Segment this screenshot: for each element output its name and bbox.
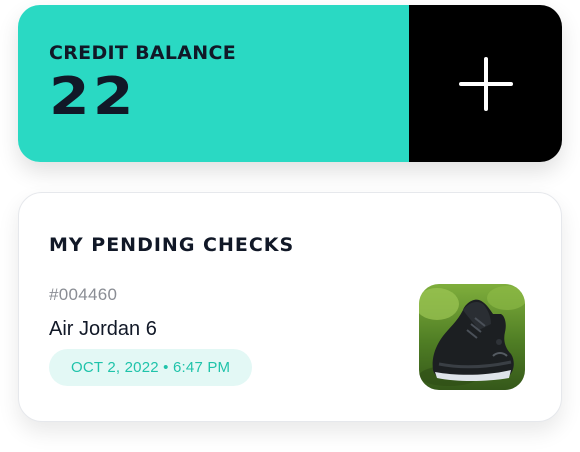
credit-balance-label: CREDIT BALANCE <box>49 42 236 64</box>
check-date-badge: OCT 2, 2022 • 6:47 PM <box>49 349 253 386</box>
credit-balance-panel: CREDIT BALANCE 22 <box>18 5 409 162</box>
check-product-name: Air Jordan 6 <box>49 318 157 340</box>
pending-checks-card: MY PENDING CHECKS #004460 Air Jordan 6 O… <box>18 192 562 422</box>
sneaker-photo <box>419 284 525 390</box>
credit-balance-value: 22 <box>49 67 137 127</box>
credit-balance-card: CREDIT BALANCE 22 <box>18 5 562 162</box>
plus-icon <box>458 56 513 111</box>
pending-checks-title: MY PENDING CHECKS <box>49 234 295 256</box>
pending-check-item[interactable]: #004460 Air Jordan 6 OCT 2, 2022 • 6:47 … <box>49 284 525 390</box>
check-id: #004460 <box>49 285 118 304</box>
product-thumbnail <box>419 284 525 390</box>
